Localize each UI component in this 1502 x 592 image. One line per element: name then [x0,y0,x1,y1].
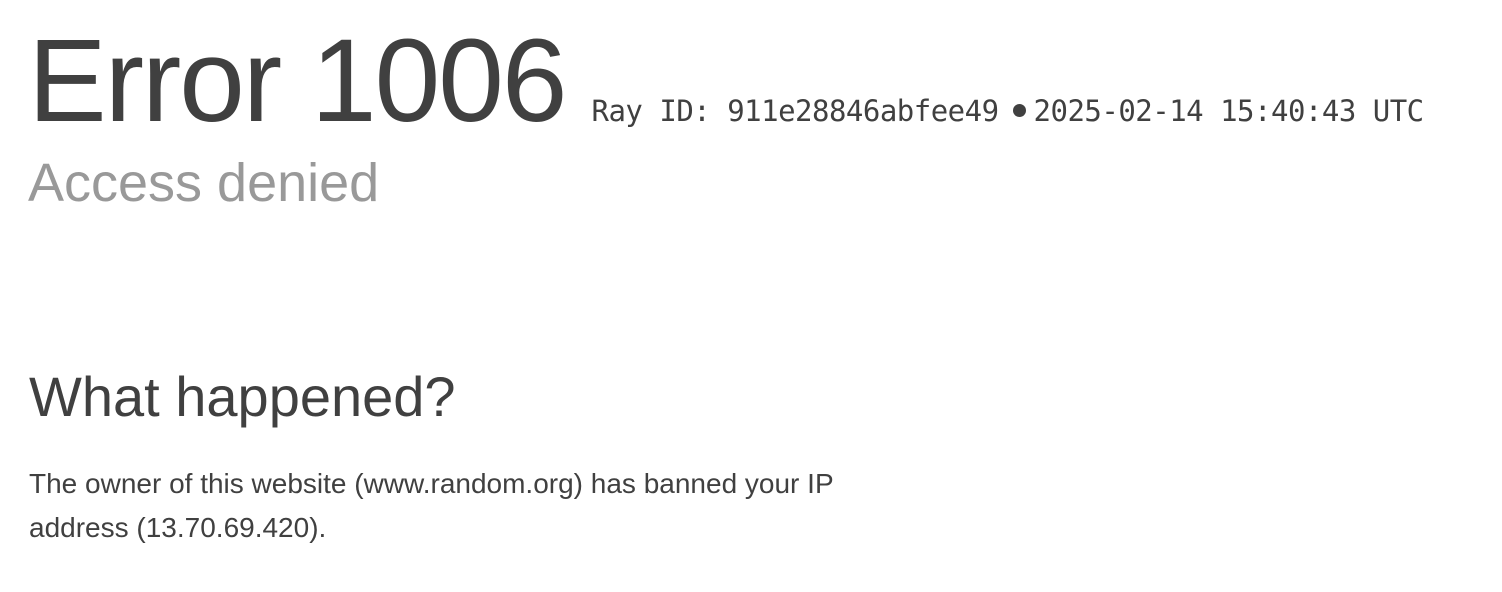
what-happened-heading: What happened? [29,365,456,428]
timestamp: 2025-02-14 15:40:43 UTC [1033,94,1425,128]
error-header: Error 1006 Ray ID: 911e28846abfee49 2025… [28,22,1488,210]
what-happened-body: The owner of this website (www.random.or… [29,467,834,543]
what-happened-section: What happened? The owner of this website… [29,366,969,578]
error-code-title: Error 1006 [28,15,568,147]
title-row: Error 1006 Ray ID: 911e28846abfee49 2025… [28,22,1488,140]
ray-id: Ray ID: 911e28846abfee49 [591,94,1000,128]
error-subtitle: Access denied [28,153,380,213]
ray-meta: Ray ID: 911e28846abfee49 2025-02-14 15:4… [591,94,1425,128]
bullet-separator-icon [1012,104,1026,117]
